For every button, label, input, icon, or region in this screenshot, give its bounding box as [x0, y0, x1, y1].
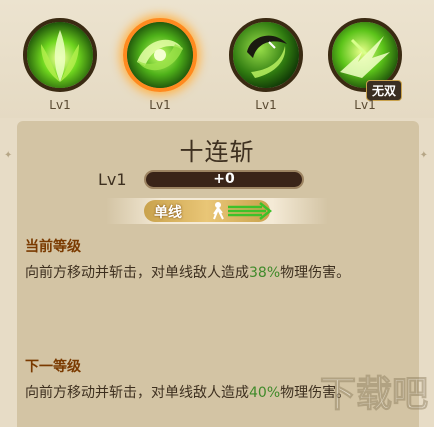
current-level-title: 当前等级: [25, 239, 81, 255]
watermark-logo: 下载吧: [320, 374, 429, 416]
desc-text: 向前方移动并斩击，对单线敌人造成: [25, 385, 249, 401]
skill-title: 十连斩: [179, 138, 255, 166]
current-level-description: 向前方移动并斩击，对单线敌人造成38%物理伤害。: [25, 262, 350, 282]
skill-slot-4[interactable]: 无双 Lv1: [322, 10, 408, 118]
runner-arrows-icon: [213, 202, 273, 220]
desc-text: 向前方移动并斩击，对单线敌人造成: [25, 265, 249, 281]
skill-slot-2[interactable]: Lv1: [117, 10, 203, 118]
skill-level-label: Lv1: [149, 98, 171, 112]
skill-level-label: Lv1: [354, 98, 376, 112]
skill-slot-1[interactable]: Lv1: [17, 10, 103, 118]
next-level-title: 下一等级: [25, 359, 81, 375]
desc-text: 物理伤害。: [280, 265, 351, 281]
damage-percent: 40%: [249, 385, 281, 401]
skill-slot-3[interactable]: Lv1: [223, 10, 309, 118]
experience-bar: +0: [144, 170, 304, 189]
svg-text:下载吧: 下载吧: [320, 374, 428, 415]
target-type-label: 单线: [154, 205, 182, 221]
green-swirl-icon[interactable]: [123, 18, 197, 92]
skill-level-label: Lv1: [255, 98, 277, 112]
green-vortex-icon[interactable]: [23, 18, 97, 92]
skill-level-label: Lv1: [49, 98, 71, 112]
green-crescent-slash-icon[interactable]: [229, 18, 303, 92]
next-level-description: 向前方移动并斩击，对单线敌人造成40%物理伤害。: [25, 382, 350, 402]
damage-percent: 38%: [249, 265, 281, 281]
experience-value: +0: [213, 171, 235, 187]
skill-level-text: Lv1: [98, 170, 127, 189]
